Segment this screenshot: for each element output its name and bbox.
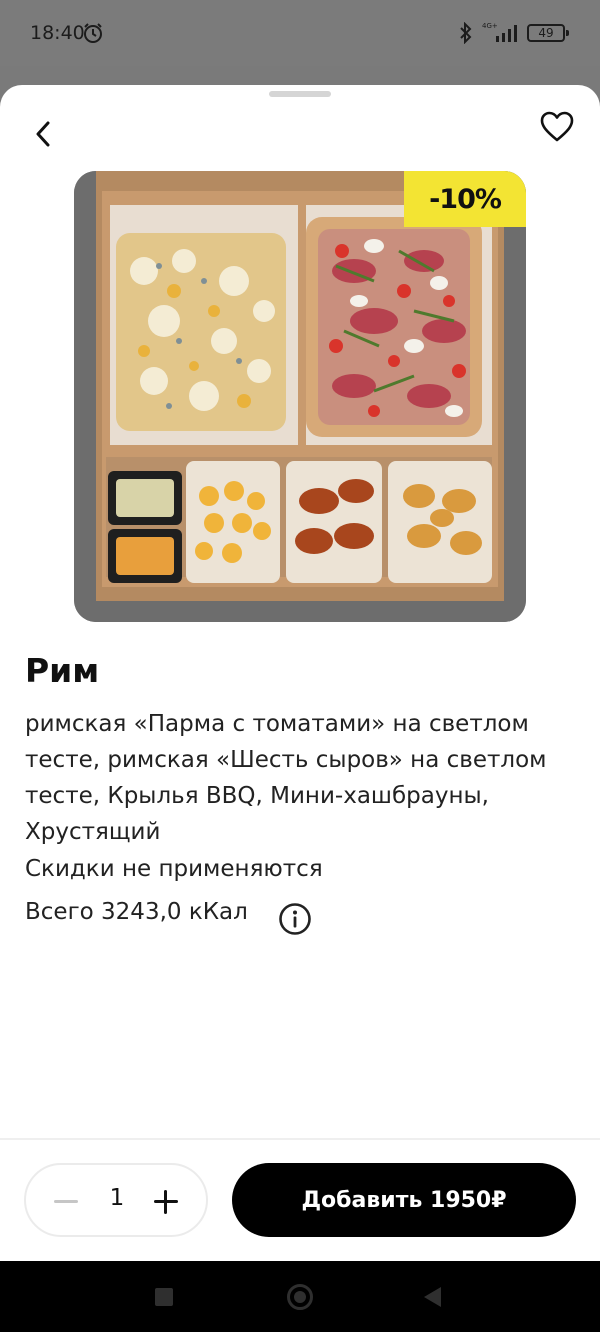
- discount-badge: -10%: [404, 171, 526, 227]
- discount-note: Скидки не применяются: [25, 856, 323, 882]
- plus-icon[interactable]: [148, 1184, 184, 1220]
- heart-outline-icon: [540, 111, 574, 142]
- status-bar: 18:40 4G+ 49: [0, 0, 600, 66]
- alarm-icon: [84, 23, 102, 43]
- back-button[interactable]: [26, 115, 60, 153]
- minus-icon[interactable]: [48, 1184, 84, 1220]
- product-image: [74, 171, 526, 622]
- recents-icon[interactable]: [155, 1288, 173, 1306]
- quantity-value: 1: [109, 1185, 125, 1211]
- chevron-left-icon: [36, 121, 50, 147]
- add-to-cart-label: Добавить 1950₽: [301, 1187, 507, 1213]
- calories-total: Всего 3243,0 кКал: [25, 899, 248, 925]
- system-nav-bar: [0, 1261, 600, 1332]
- status-time: 18:40: [30, 22, 85, 44]
- add-to-cart-button[interactable]: Добавить 1950₽: [232, 1163, 576, 1237]
- product-description: римская «Парма с томатами» на светлом те…: [25, 711, 547, 845]
- signal-icon: [496, 25, 517, 42]
- home-icon[interactable]: [287, 1284, 313, 1310]
- system-back-icon[interactable]: [424, 1287, 441, 1307]
- quantity-stepper: 1: [24, 1163, 208, 1237]
- bluetooth-icon: [460, 22, 472, 44]
- product-sheet: -10% Рим римская «Парма с томатами» на с…: [0, 85, 600, 1261]
- battery-level: 49: [538, 26, 554, 40]
- sheet-handle[interactable]: [269, 91, 331, 97]
- battery-icon: 49: [527, 24, 569, 42]
- favorite-button[interactable]: [536, 107, 578, 147]
- bottom-divider: [0, 1138, 600, 1140]
- product-title: Рим: [25, 651, 100, 690]
- info-circle-icon[interactable]: [278, 902, 312, 936]
